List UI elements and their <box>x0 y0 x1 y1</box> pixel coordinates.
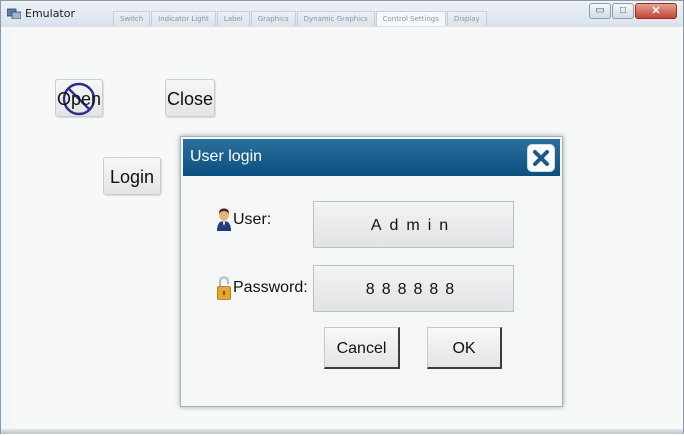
tab-dynamic-graphics[interactable]: Dynamic Graphics <box>296 11 375 26</box>
open-label: Open <box>56 89 102 109</box>
open-button[interactable]: Open <box>55 79 103 117</box>
minimize-button[interactable]: ▭ <box>589 3 611 19</box>
tab-display[interactable]: Display <box>446 11 487 26</box>
maximize-icon: □ <box>619 5 627 16</box>
minimize-icon: ▭ <box>595 5 605 16</box>
tab-control-settings[interactable]: Control Settings <box>375 11 446 26</box>
tab-strip: Switch Indicator Light Label Graphics Dy… <box>113 11 488 27</box>
user-icon <box>217 208 231 231</box>
window-close-button[interactable]: ✕ <box>635 3 677 19</box>
dialog-header: User login <box>183 139 560 176</box>
lock-icon <box>217 276 231 300</box>
dialog-close-button[interactable] <box>527 144 555 172</box>
password-label: Password: <box>233 279 308 296</box>
ok-button[interactable]: OK <box>427 327 502 369</box>
tab-switch[interactable]: Switch <box>113 11 151 26</box>
title-bar: Emulator Switch Indicator Light Label Gr… <box>1 1 683 28</box>
close-button[interactable]: Close <box>165 79 215 117</box>
dialog-title: User login <box>190 148 263 165</box>
caption-buttons: ▭ □ ✕ <box>588 3 677 19</box>
user-label: User: <box>233 211 272 228</box>
emulator-icon <box>7 8 21 19</box>
password-field[interactable]: 888888 <box>313 265 514 312</box>
window-title: Emulator <box>25 7 75 20</box>
maximize-button[interactable]: □ <box>612 3 634 19</box>
close-icon: ✕ <box>651 5 661 17</box>
window-bottom-edge <box>1 429 683 434</box>
tab-graphics[interactable]: Graphics <box>250 11 296 26</box>
emulator-window: Emulator Switch Indicator Light Label Gr… <box>0 0 684 434</box>
login-button[interactable]: Login <box>103 157 161 195</box>
user-login-dialog: User login User: Admin Password: 888888 … <box>180 136 563 407</box>
tab-label[interactable]: Label <box>216 11 250 26</box>
cancel-button[interactable]: Cancel <box>324 327 400 369</box>
tab-indicator-light[interactable]: Indicator Light <box>151 11 216 26</box>
user-field[interactable]: Admin <box>313 201 514 248</box>
close-icon <box>533 150 549 166</box>
